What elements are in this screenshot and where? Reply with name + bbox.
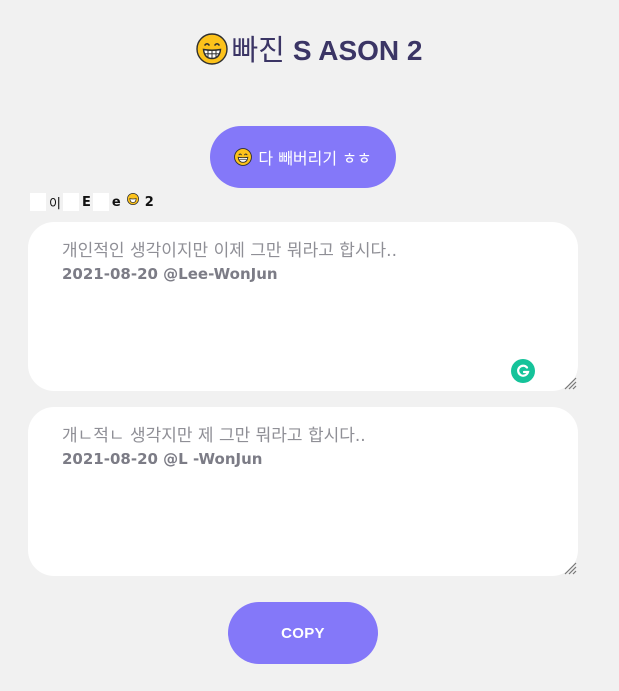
resize-handle-icon[interactable] <box>563 376 577 390</box>
grinning-face-emoji-icon <box>234 148 253 166</box>
input-textarea[interactable]: 개인적인 생각이지만 이제 그만 뭐라고 합시다.. 2021-08-20 @L… <box>28 222 578 391</box>
convert-button-label: 다 빼버리기 ㅎㅎ <box>258 149 372 168</box>
input-line-2: 2021-08-20 @Lee-WonJun <box>62 265 278 283</box>
output-textarea[interactable]: 개ㄴ적ㄴ 생각지만 제 그만 뭐라고 합시다.. 2021-08-20 @L -… <box>28 407 578 576</box>
caption-blank-block <box>30 193 46 211</box>
page: 빠진 S ASON 2 다 빼버리기 ㅎㅎ 이 E e 2 개인적인 생각이지만 … <box>0 0 619 691</box>
caption-blank-block <box>62 193 79 211</box>
grammarly-icon[interactable] <box>511 359 535 383</box>
caption-text: 2 <box>144 194 154 210</box>
grinning-face-emoji-icon <box>196 33 229 65</box>
grammarly-g-icon <box>517 364 530 377</box>
grinning-face-emoji-icon <box>126 193 139 205</box>
caption-text: E <box>81 194 91 210</box>
title-season: S ASON 2 <box>292 35 423 66</box>
title-korean: 빠진 <box>231 33 285 67</box>
caption-blank-block <box>92 193 109 211</box>
output-line-1: 개ㄴ적ㄴ 생각지만 제 그만 뭐라고 합시다.. <box>62 426 366 446</box>
resize-handle-icon[interactable] <box>563 561 577 575</box>
caption: 이 E e 2 <box>30 192 156 212</box>
copy-button[interactable]: COPY <box>228 602 378 664</box>
output-line-2: 2021-08-20 @L -WonJun <box>62 450 263 468</box>
caption-text: e <box>111 194 121 210</box>
page-title: 빠진 S ASON 2 <box>0 28 619 73</box>
copy-button-label: COPY <box>281 624 325 642</box>
convert-button[interactable]: 다 빼버리기 ㅎㅎ <box>210 126 396 188</box>
caption-text: 이 <box>49 196 61 212</box>
input-line-1: 개인적인 생각이지만 이제 그만 뭐라고 합시다.. <box>62 241 397 261</box>
